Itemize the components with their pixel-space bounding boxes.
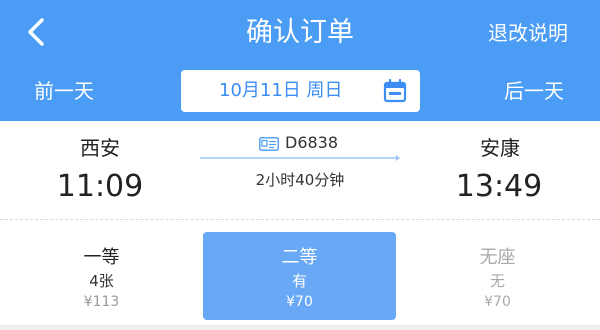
seat-class-selector: 一等 4张 ¥113 二等 有 ¥70 无座 无 ¥70: [0, 222, 600, 330]
seat-name: 二等: [281, 247, 318, 268]
departure-station: 西安: [80, 136, 120, 160]
refund-policy-link[interactable]: 退改说明: [488, 0, 568, 66]
next-day-button[interactable]: 后一天: [504, 70, 564, 112]
seat-name: 一等: [83, 247, 120, 268]
seat-option-no-seat[interactable]: 无座 无 ¥70: [401, 232, 594, 320]
id-card-icon: [259, 137, 279, 151]
seat-option-first-class[interactable]: 一等 4张 ¥113: [5, 232, 198, 320]
arrival-time: 13:49: [455, 169, 543, 204]
departure-time: 11:09: [56, 169, 144, 204]
seat-name: 无座: [479, 247, 516, 268]
bottom-divider: [0, 325, 600, 330]
arrival-station: 安康: [480, 136, 520, 160]
calendar-icon: [383, 79, 407, 103]
trip-summary: 西安 11:09 D6838 2小时40分钟 安康 13:49: [0, 121, 600, 221]
route-arrow: [200, 155, 400, 161]
date-selector[interactable]: 10月11日 周日: [181, 70, 420, 112]
seat-price: ¥113: [83, 294, 120, 310]
train-number: D6838: [285, 133, 339, 152]
prev-day-button[interactable]: 前一天: [34, 70, 94, 112]
dashed-divider: [0, 219, 600, 220]
seat-option-second-class[interactable]: 二等 有 ¥70: [203, 232, 396, 320]
top-bar: 确认订单 退改说明 前一天 10月11日 周日 后一天: [0, 0, 600, 121]
trip-duration: 2小时40分钟: [255, 171, 345, 189]
date-label: 10月11日 周日: [219, 80, 343, 101]
seat-availability: 有: [291, 272, 307, 290]
seat-availability: 无: [489, 272, 505, 290]
seat-availability: 4张: [89, 272, 114, 290]
seat-price: ¥70: [484, 294, 511, 310]
seat-price: ¥70: [286, 294, 313, 310]
